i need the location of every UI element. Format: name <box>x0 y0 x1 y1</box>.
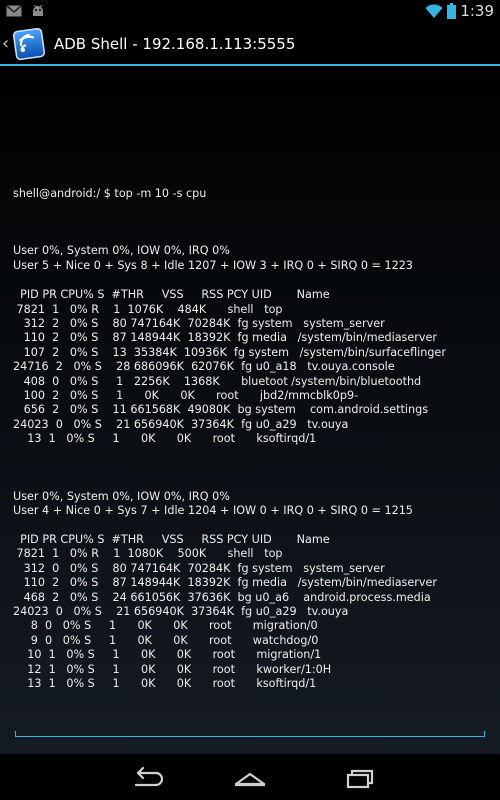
terminal-line: PID PR CPU% S #THR VSS RSS PCY UID Name <box>13 288 330 301</box>
terminal-line: User 0%, System 0%, IOW 0%, IRQ 0% <box>13 490 230 503</box>
terminal-line: 468 2 0% S 24 661056K 37636K bg u0_a6 an… <box>13 591 431 604</box>
adb-wifi-app-icon[interactable] <box>12 27 46 61</box>
action-bar: ‹ ADB Shell - 192.168.1.113:5555 <box>0 24 500 66</box>
terminal-line: User 4 + Nice 0 + Sys 7 + Idle 1204 + IO… <box>13 504 413 517</box>
back-icon[interactable] <box>126 764 166 792</box>
status-clock: 1:39 <box>460 2 494 20</box>
command-input[interactable] <box>15 731 485 737</box>
status-bar: 1:39 <box>0 0 500 24</box>
terminal-line: 10 1 0% S 1 0K 0K root migration/1 <box>13 648 322 661</box>
terminal-line: 24023 0 0% S 21 656940K 37364K fg u0_a29… <box>13 605 349 618</box>
terminal-line: 100 2 0% S 1 0K 0K root jbd2/mmcblk0p9- <box>13 389 359 402</box>
terminal-line: 312 2 0% S 80 747164K 70284K fg system s… <box>13 317 385 330</box>
terminal-line: 9 0 0% S 1 0K 0K root watchdog/0 <box>13 634 319 647</box>
home-icon[interactable] <box>230 764 270 792</box>
battery-icon <box>447 3 457 19</box>
terminal-line: 24023 0 0% S 21 656940K 37364K fg u0_a29… <box>13 418 349 431</box>
terminal-line: 8 0 0% S 1 0K 0K root migration/0 <box>13 619 318 632</box>
terminal-line: 7821 1 0% R 1 1076K 484K shell top <box>13 303 283 316</box>
terminal-line: 7821 1 0% R 1 1080K 500K shell top <box>13 547 283 560</box>
gmail-icon <box>6 5 22 17</box>
terminal-output[interactable]: shell@android:/ $ top -m 10 -s cpu User … <box>0 66 500 754</box>
terminal-line: PID PR CPU% S #THR VSS RSS PCY UID Name <box>13 533 330 546</box>
page-title: ADB Shell - 192.168.1.113:5555 <box>54 35 296 53</box>
wifi-icon <box>425 4 443 18</box>
terminal-line: 110 2 0% S 87 148944K 18392K fg media /s… <box>13 331 437 344</box>
android-debug-icon <box>33 4 43 16</box>
terminal-line: shell@android:/ $ top -m 10 -s cpu <box>13 187 207 200</box>
system-nav-bar <box>0 754 500 800</box>
terminal-line: 110 2 0% S 87 148944K 18392K fg media /s… <box>13 576 437 589</box>
terminal-line: 12 1 0% S 1 0K 0K root kworker/1:0H <box>13 663 332 676</box>
terminal-line: 24716 2 0% S 28 686096K 62076K fg u0_a18… <box>13 360 395 373</box>
recent-apps-icon[interactable] <box>337 764 377 792</box>
chevron-left-icon: ‹ <box>2 33 10 54</box>
terminal-line: 13 1 0% S 1 0K 0K root ksoftirqd/1 <box>13 677 317 690</box>
terminal-line: User 0%, System 0%, IOW 0%, IRQ 0% <box>13 244 230 257</box>
terminal-line: 312 0 0% S 80 747164K 70284K fg system s… <box>13 562 385 575</box>
terminal-line: 656 2 0% S 11 661568K 49080K bg system c… <box>13 403 429 416</box>
terminal-line: 107 2 0% S 13 35384K 10936K fg system /s… <box>13 346 446 359</box>
terminal-line: User 5 + Nice 0 + Sys 8 + Idle 1207 + IO… <box>13 259 413 272</box>
terminal-line: 408 0 0% S 1 2256K 1368K bluetoot /syste… <box>13 375 422 388</box>
terminal-line: 13 1 0% S 1 0K 0K root ksoftirqd/1 <box>13 432 317 445</box>
